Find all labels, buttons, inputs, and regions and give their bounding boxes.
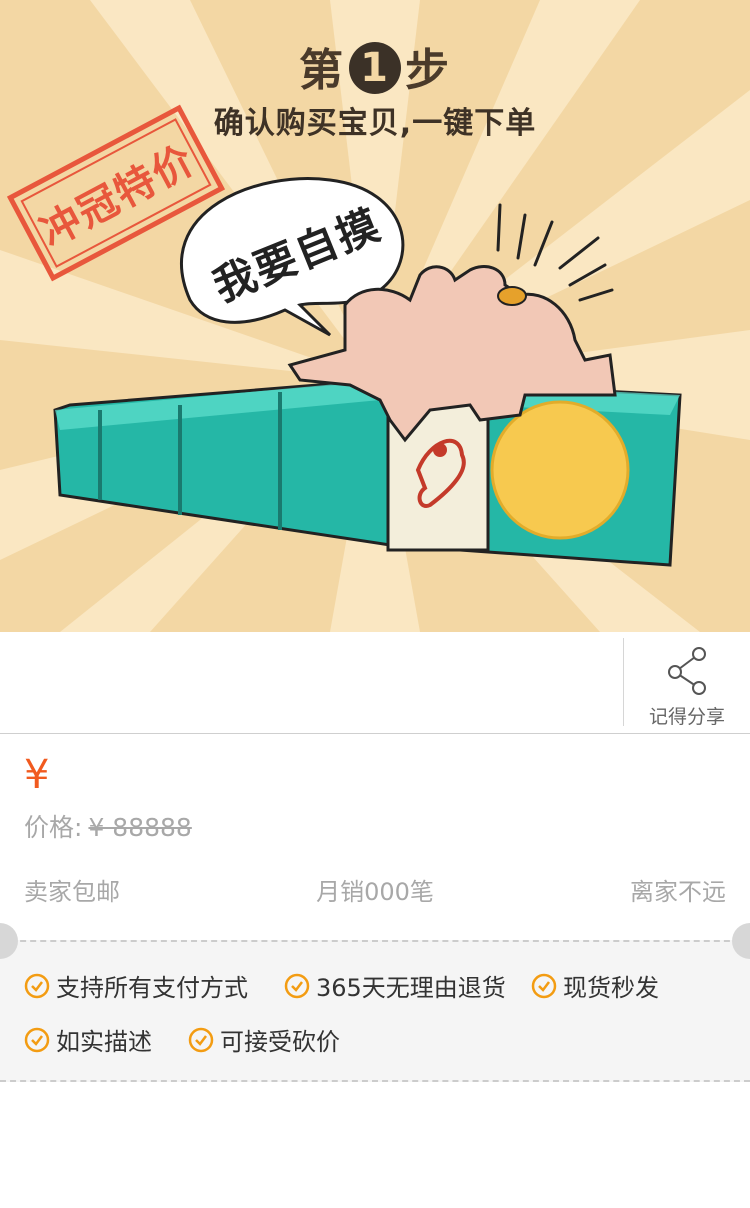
original-price-value: ¥ 88888 — [88, 813, 192, 842]
guarantee-item: 支持所有支付方式 — [24, 968, 248, 1003]
guarantee-label: 如实描述 — [56, 1028, 152, 1056]
check-circle-icon — [284, 973, 310, 998]
guarantee-label: 365天无理由退货 — [316, 974, 506, 1002]
guarantee-item: 365天无理由退货 — [284, 968, 506, 1003]
share-button[interactable]: 记得分享 — [623, 638, 750, 728]
guarantee-label: 现货秒发 — [563, 974, 659, 1002]
guarantee-item: 可接受砍价 — [188, 1022, 340, 1057]
hero-banner: 第1步 确认购买宝贝,一键下单 冲冠特价 我要自摸 — [0, 0, 750, 632]
check-circle-icon — [188, 1027, 214, 1052]
step-prefix: 第 — [299, 45, 345, 96]
step-subtitle: 确认购买宝贝,一键下单 — [213, 106, 537, 141]
check-circle-icon — [24, 1027, 50, 1052]
share-label: 记得分享 — [648, 706, 725, 728]
original-price: 价格: ¥ 88888 — [24, 808, 192, 844]
guarantee-item: 如实描述 — [24, 1022, 152, 1057]
guarantee-panel: 支持所有支付方式 365天无理由退货 现货秒发 如实描述 可接受砍价 — [0, 940, 750, 1082]
check-circle-icon — [531, 973, 557, 998]
monthly-sales: 月销000笔 — [316, 878, 434, 906]
step-number-badge: 1 — [349, 42, 401, 94]
share-row: 记得分享 — [0, 632, 750, 734]
guarantee-label: 支持所有支付方式 — [56, 974, 248, 1002]
mahjong-tile — [53, 378, 682, 567]
check-circle-icon — [24, 973, 50, 998]
distance-info: 离家不远 — [630, 878, 726, 906]
guarantee-item: 现货秒发 — [531, 968, 659, 1003]
guarantee-label: 可接受砍价 — [220, 1028, 340, 1056]
original-price-label: 价格: — [24, 813, 83, 842]
price-currency: ¥ — [24, 752, 50, 798]
step-suffix: 步 — [405, 45, 451, 96]
step-title: 第1步 — [0, 34, 750, 98]
share-icon — [668, 647, 706, 695]
